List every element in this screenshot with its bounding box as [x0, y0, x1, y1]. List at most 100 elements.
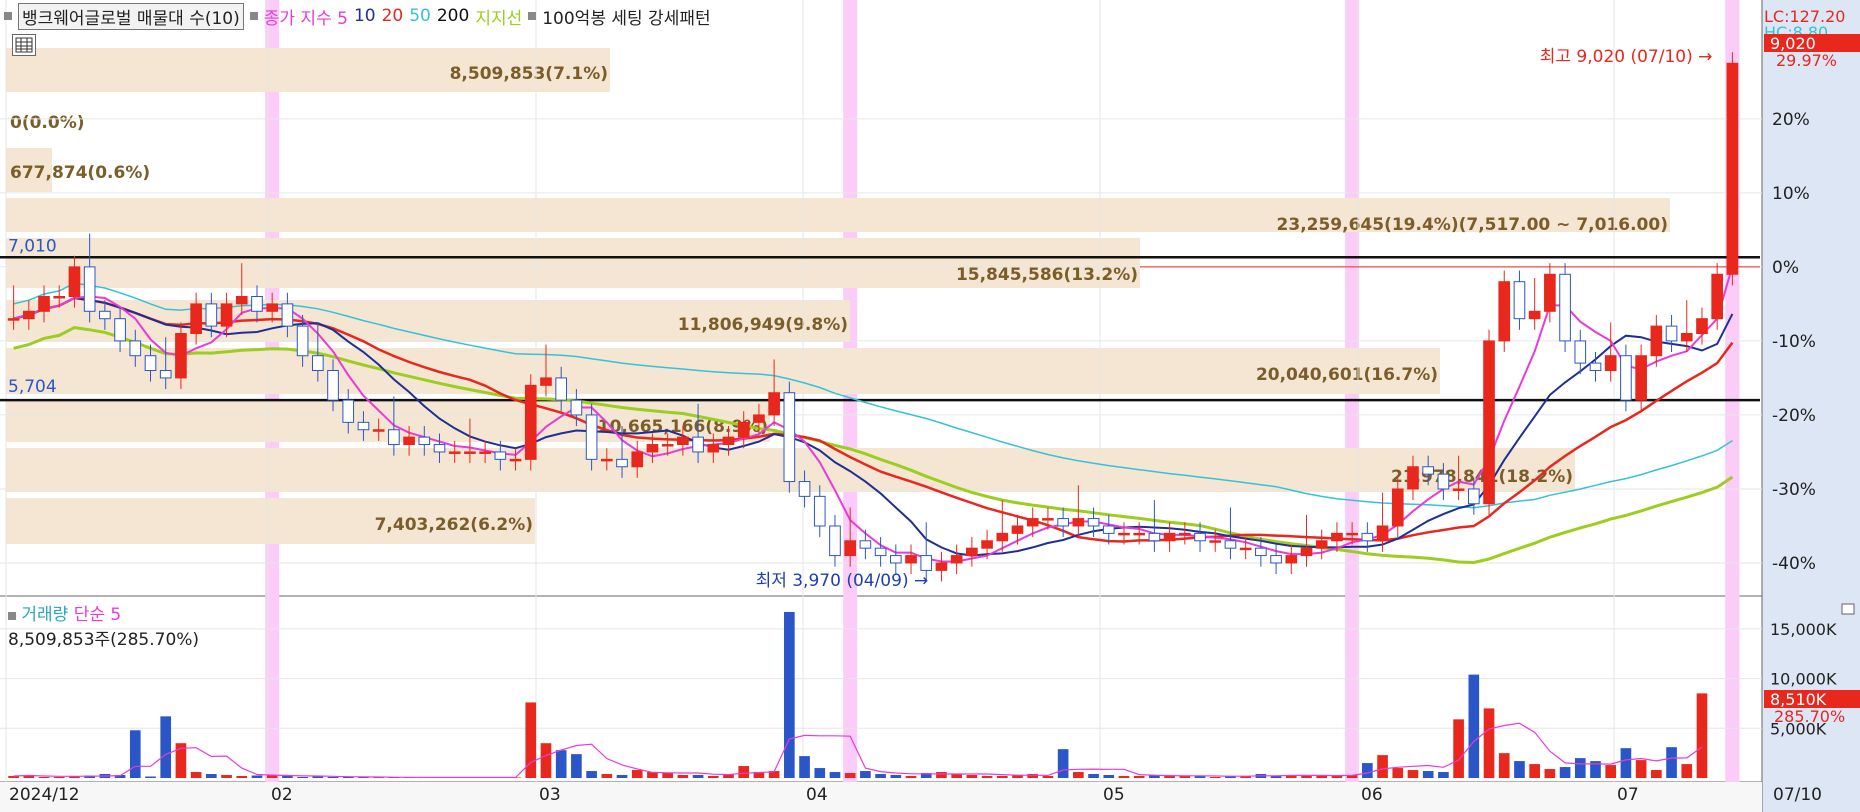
x-tick-label: 05 [1103, 785, 1125, 805]
candle-body [829, 525, 841, 557]
candle-body [251, 295, 263, 312]
volume-profile-label: 0(0.0%) [10, 113, 85, 133]
volume-bar [1209, 777, 1221, 778]
candle-body [1559, 273, 1571, 342]
volume-bar [631, 770, 643, 778]
x-tick-label: 02 [271, 785, 293, 805]
ma20-label[interactable]: 20 [382, 6, 404, 26]
volume-bar [1057, 749, 1069, 778]
x-tick-label: 04 [806, 785, 828, 805]
volume-name[interactable]: 거래량 [21, 605, 68, 625]
candle-body [737, 421, 750, 438]
candle-body [1346, 532, 1358, 536]
ma200-label[interactable]: 200 [437, 6, 469, 26]
candle-body [920, 555, 933, 571]
volume-bar [1362, 763, 1373, 778]
volume-bar [1681, 764, 1693, 778]
candle-body [1437, 473, 1450, 490]
volume-bar [38, 777, 50, 778]
y-tick-label: 10% [1772, 184, 1810, 204]
volume-bar [1620, 748, 1632, 778]
volume-bar [1088, 774, 1099, 778]
y-tick-label: -30% [1772, 480, 1816, 500]
candle-body [1665, 325, 1678, 342]
volume-bar [1635, 760, 1647, 778]
support-label[interactable]: 지지선 [475, 4, 522, 29]
candle-body [418, 436, 431, 446]
volume-bar [586, 771, 597, 778]
volume-ma[interactable]: 단순 5 [74, 605, 122, 625]
volume-bar [692, 775, 704, 778]
candle-body [159, 370, 172, 379]
candle-body [1331, 532, 1343, 542]
volume-bar [707, 776, 719, 778]
volume-bar [555, 750, 567, 778]
volume-bar [160, 716, 172, 778]
ma-label[interactable]: 종가 지수 5 [264, 4, 348, 29]
candle-body [753, 414, 765, 423]
volume-bar [312, 776, 324, 778]
candle-body [1574, 340, 1587, 364]
candle-body [600, 458, 613, 462]
candle-body [7, 318, 20, 321]
candle-body [874, 547, 887, 557]
candle-body [479, 451, 491, 454]
volume-profile-label: 8,509,853(7.1%) [450, 64, 608, 84]
volume-bar [53, 777, 65, 778]
candle-body [1270, 555, 1282, 564]
volume-bar [844, 773, 856, 778]
candle-body [311, 355, 324, 372]
candle-body [1255, 547, 1267, 557]
volume-bar [1133, 776, 1145, 778]
candle-body [1589, 362, 1602, 372]
candle-body [1513, 281, 1526, 320]
x-tick-label: 07/10 [1773, 785, 1822, 805]
candle-body [190, 303, 202, 335]
candle-body [585, 414, 598, 460]
candle-body [1726, 62, 1739, 275]
volume-bar [890, 775, 902, 778]
low-annotation: 최저 3,970 (04/09) → [756, 571, 929, 591]
candle-body [1300, 547, 1313, 557]
level-label: 5,704 [8, 377, 57, 397]
volume-bar [829, 772, 841, 778]
volume-bar [875, 774, 886, 778]
candle-body [1133, 532, 1146, 536]
candle-body [1452, 488, 1465, 491]
setting-label[interactable]: 100억봉 세팅 강세패턴 [542, 4, 710, 29]
indicator-title[interactable]: 뱅크웨어글로벌 매물대 수(10) [18, 2, 244, 30]
candle-body [235, 295, 248, 305]
volume-bar [738, 766, 750, 778]
candle-body [1407, 466, 1419, 490]
candle-body [677, 436, 689, 446]
candle-body [813, 495, 826, 527]
candle-body [83, 266, 96, 312]
candle-body [342, 399, 355, 423]
table-grid-icon[interactable] [12, 34, 36, 56]
candle-body [768, 392, 780, 416]
ma10-label[interactable]: 10 [354, 6, 376, 26]
y-tick-label: -40% [1772, 554, 1816, 574]
candle-body [1376, 525, 1389, 542]
volume-tick-label: 10,000K [1770, 670, 1837, 689]
candle-body [327, 370, 339, 401]
candle-body [1711, 273, 1724, 320]
candle-body [1285, 555, 1298, 564]
candle-body [464, 451, 476, 454]
y-tick-label: 0% [1772, 258, 1799, 278]
candle-body [1209, 540, 1222, 543]
volume-bar [1453, 719, 1464, 778]
volume-bar [145, 776, 156, 778]
volume-bar [327, 777, 339, 778]
candle-body [1422, 466, 1435, 475]
candle-body [798, 481, 811, 497]
x-tick-label: 2024/12 [9, 785, 80, 805]
candle-body [1544, 273, 1556, 312]
candle-body [859, 540, 872, 549]
x-tick-label: 06 [1361, 785, 1383, 805]
ma50-label[interactable]: 50 [409, 6, 431, 26]
candle-body [783, 392, 796, 483]
volume-bar [206, 774, 217, 778]
volume-bar [1514, 761, 1525, 778]
candle-body [707, 444, 720, 453]
